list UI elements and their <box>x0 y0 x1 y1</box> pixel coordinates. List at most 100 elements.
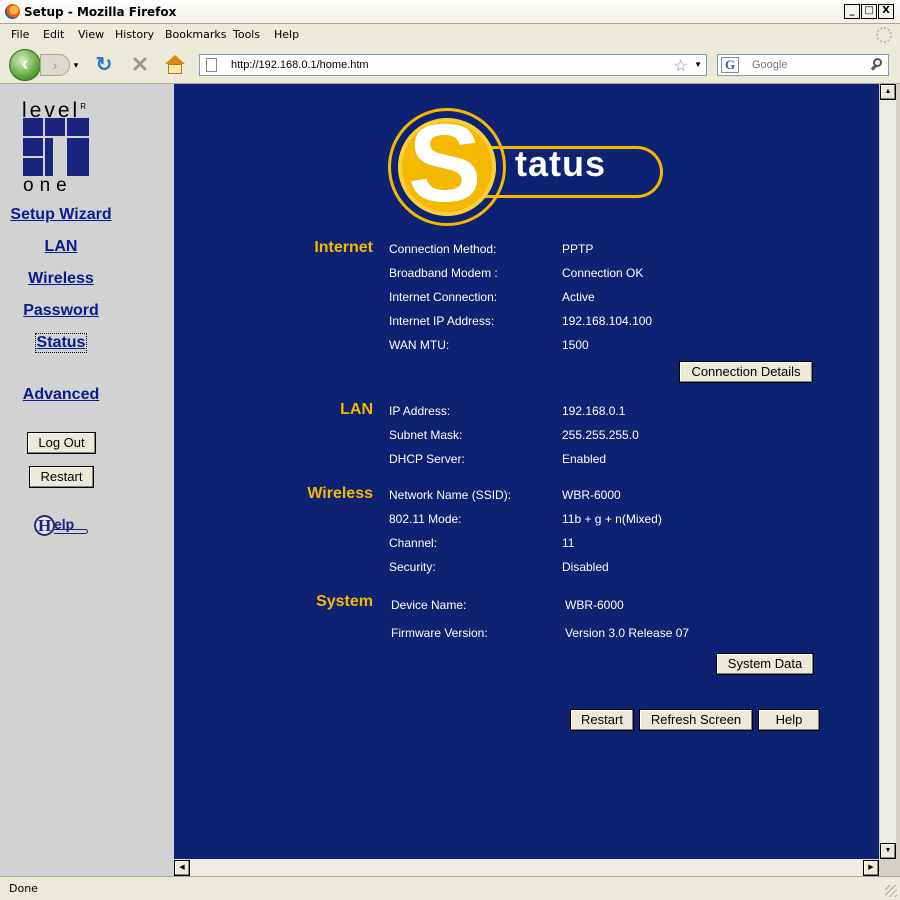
resize-grip-icon[interactable] <box>885 885 897 897</box>
scroll-up-icon[interactable]: ▲ <box>880 84 896 100</box>
row-label: Internet Connection: <box>389 290 498 304</box>
sidebar-link-setup-wizard[interactable]: Setup Wizard <box>0 206 122 224</box>
row-value: Version 3.0 Release 07 <box>565 626 690 640</box>
row-value: Active <box>562 290 595 304</box>
firefox-icon <box>5 4 20 19</box>
row-value: Disabled <box>562 560 609 574</box>
sidebar-restart-button[interactable]: Restart <box>29 466 94 488</box>
menu-bar: File Edit View History Bookmarks Tools H… <box>0 24 900 46</box>
levelone-logo: levelR one <box>21 96 103 196</box>
row-value: Enabled <box>562 452 607 466</box>
vertical-scrollbar[interactable]: ▲ ▼ <box>879 84 896 859</box>
window-title: Setup - Mozilla Firefox <box>24 5 177 19</box>
logout-button[interactable]: Log Out <box>27 432 96 454</box>
scroll-left-icon[interactable]: ◀ <box>174 860 190 876</box>
row-label: Firmware Version: <box>391 626 488 640</box>
home-icon[interactable] <box>164 54 186 76</box>
logo-grid <box>23 118 89 178</box>
row-label: Security: <box>389 560 436 574</box>
logo-block <box>23 158 43 176</box>
system-data-button[interactable]: System Data <box>716 653 814 675</box>
row-label: WAN MTU: <box>389 338 450 352</box>
menu-bookmarks[interactable]: Bookmarks <box>165 28 226 41</box>
maximize-button[interactable]: □ <box>861 4 877 19</box>
history-dropdown-icon[interactable]: ▾ <box>70 56 82 74</box>
row-label: Subnet Mask: <box>389 428 463 442</box>
row-value: 192.168.0.1 <box>562 404 626 418</box>
status-bar: Done <box>0 876 900 900</box>
logo-block <box>45 118 65 136</box>
restart-button[interactable]: Restart <box>570 709 634 731</box>
page-icon <box>206 58 217 72</box>
horizontal-scrollbar[interactable]: ◀ ▶ <box>174 859 879 876</box>
logo-block <box>23 118 43 136</box>
browser-viewport: levelR one Setup Wizard LAN Wireless Pas… <box>0 84 900 876</box>
row-value: 11b + g + n(Mixed) <box>562 512 662 526</box>
help-logo[interactable]: H elp <box>34 514 92 538</box>
url-text[interactable]: http://192.168.0.1/home.htm <box>231 59 369 71</box>
scroll-down-icon[interactable]: ▼ <box>880 843 896 859</box>
search-icon[interactable] <box>869 56 885 74</box>
row-value: 255.255.255.0 <box>562 428 639 442</box>
row-label: DHCP Server: <box>389 452 465 466</box>
throbber-icon <box>876 27 892 43</box>
sidebar-link-status[interactable]: Status <box>35 333 87 353</box>
row-label: Internet IP Address: <box>389 314 495 328</box>
logo-block <box>45 138 53 176</box>
row-value: PPTP <box>562 242 594 256</box>
row-label: 802.11 Mode: <box>389 512 462 526</box>
url-dropdown-icon[interactable]: ▼ <box>694 60 702 69</box>
scroll-right-icon[interactable]: ▶ <box>863 860 879 876</box>
status-logo: S tatus <box>388 102 668 226</box>
status-logo-word: tatus <box>515 143 607 184</box>
sidebar-link-lan[interactable]: LAN <box>0 238 122 256</box>
search-input[interactable] <box>752 57 867 73</box>
stop-icon[interactable]: ✕ <box>129 54 151 76</box>
menu-help[interactable]: Help <box>274 28 299 41</box>
row-label: Device Name: <box>391 598 467 612</box>
row-label: Network Name (SSID): <box>389 488 512 502</box>
row-value: 11 <box>562 536 575 550</box>
help-logo-bar <box>54 529 88 534</box>
logo-block <box>67 118 89 136</box>
search-engine-icon[interactable]: G <box>721 57 739 73</box>
back-arrow-icon[interactable]: ‹ <box>9 49 41 81</box>
search-bar[interactable]: G <box>717 54 889 76</box>
status-logo-letter: S <box>408 102 482 225</box>
logo-block <box>67 138 89 176</box>
row-value: 1500 <box>562 338 589 352</box>
connection-details-button[interactable]: Connection Details <box>679 361 813 383</box>
close-button[interactable]: X <box>878 4 894 19</box>
forward-arrow-icon[interactable]: › <box>40 54 70 76</box>
row-label: Broadband Modem : <box>389 266 498 280</box>
section-title-internet: Internet <box>314 239 373 256</box>
title-bar: Setup - Mozilla Firefox _ □ X <box>0 0 900 24</box>
row-value: Connection OK <box>562 266 644 280</box>
menu-file[interactable]: File <box>11 28 29 41</box>
sidebar-link-wireless[interactable]: Wireless <box>0 270 122 288</box>
row-label: IP Address: <box>389 404 451 418</box>
row-label: Channel: <box>389 536 438 550</box>
sidebar: levelR one Setup Wizard LAN Wireless Pas… <box>0 84 174 876</box>
status-page: S tatus Internet Connection Method: PPTP… <box>174 84 879 859</box>
section-title-lan: LAN <box>340 401 373 418</box>
bookmark-star-icon[interactable]: ☆ <box>674 56 688 76</box>
menu-history[interactable]: History <box>115 28 154 41</box>
address-bar[interactable]: http://192.168.0.1/home.htm ☆ ▼ <box>199 54 707 76</box>
logo-registered: R <box>80 102 86 111</box>
logo-bottom-text: one <box>23 175 73 196</box>
row-value: WBR-6000 <box>562 488 621 502</box>
menu-edit[interactable]: Edit <box>43 28 64 41</box>
sidebar-link-advanced[interactable]: Advanced <box>0 386 122 404</box>
refresh-screen-button[interactable]: Refresh Screen <box>639 709 753 731</box>
help-logo-letter: H <box>38 516 52 535</box>
menu-tools[interactable]: Tools <box>233 28 260 41</box>
scroll-corner <box>879 859 896 876</box>
row-value: 192.168.104.100 <box>562 314 653 328</box>
navigation-toolbar: ‹ › ▾ ↻ ✕ http://192.168.0.1/home.htm ☆ … <box>0 46 900 84</box>
help-button[interactable]: Help <box>758 709 820 731</box>
reload-icon[interactable]: ↻ <box>93 54 115 76</box>
menu-view[interactable]: View <box>78 28 104 41</box>
sidebar-link-password[interactable]: Password <box>0 302 122 320</box>
minimize-button[interactable]: _ <box>844 4 860 19</box>
